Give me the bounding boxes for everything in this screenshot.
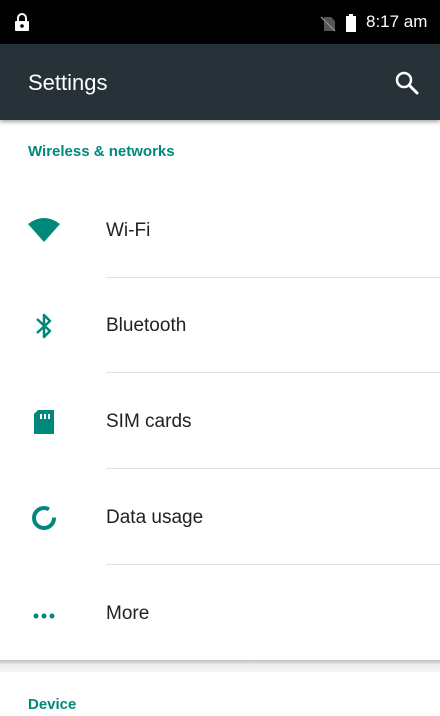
battery-icon	[346, 14, 356, 32]
settings-item-bluetooth[interactable]: Bluetooth	[0, 279, 440, 373]
settings-item-more[interactable]: More	[0, 566, 440, 660]
item-label: SIM cards	[106, 411, 192, 432]
status-time: 8:17 am	[366, 12, 428, 31]
page-title: Settings	[28, 70, 108, 95]
settings-item-wifi[interactable]: Wi-Fi	[0, 184, 440, 278]
lock-icon	[15, 13, 29, 31]
status-bar: 8:17 am	[0, 0, 440, 44]
divider	[106, 564, 440, 565]
data-usage-icon	[32, 506, 56, 530]
more-icon	[33, 613, 55, 619]
item-label: Data usage	[106, 507, 204, 528]
sim-card-icon	[34, 410, 54, 434]
divider	[106, 468, 440, 469]
settings-item-sim-cards[interactable]: SIM cards	[0, 375, 440, 469]
app-bar: Settings	[0, 44, 440, 120]
item-label: More	[106, 603, 150, 624]
section-header-device: Device	[28, 696, 77, 713]
no-sim-icon	[320, 16, 336, 32]
settings-item-data-usage[interactable]: Data usage	[0, 470, 440, 565]
search-icon[interactable]	[392, 68, 422, 98]
section-divider	[0, 660, 440, 672]
item-label: Wi-Fi	[106, 220, 151, 241]
bluetooth-icon	[36, 313, 52, 339]
divider	[106, 277, 440, 278]
divider	[106, 372, 440, 373]
wifi-icon	[28, 218, 60, 242]
item-label: Bluetooth	[106, 315, 187, 336]
section-header-wireless: Wireless & networks	[28, 143, 175, 160]
